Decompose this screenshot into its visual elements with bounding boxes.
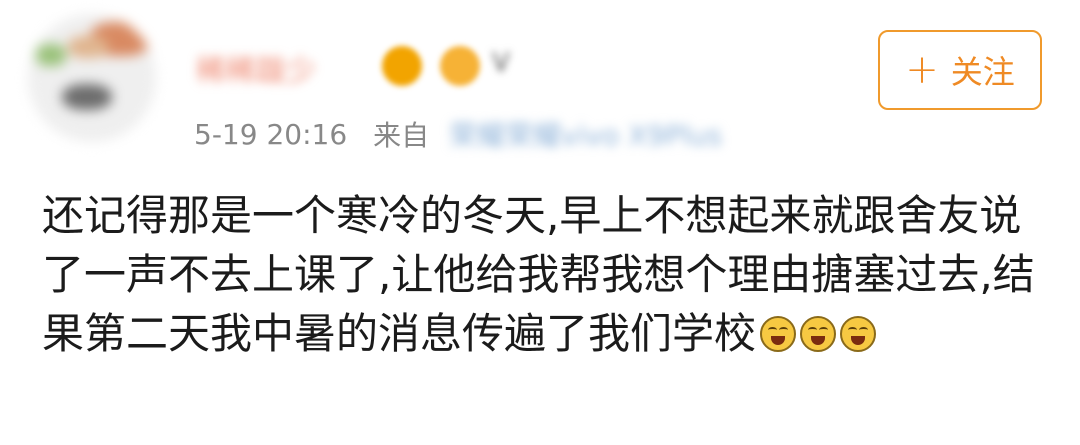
follow-label: 关注 xyxy=(950,53,1015,91)
post-content: 还记得那是一个寒冷的冬天,早上不想起来就跟舍友说了一声不去上课了,让他给我帮我想… xyxy=(42,186,1052,363)
laugh-cry-icon xyxy=(800,316,837,352)
level-badge-icon xyxy=(382,46,422,86)
verified-icon: V xyxy=(492,48,510,78)
username[interactable]: 稀稀跋少 xyxy=(196,46,316,90)
member-badge-icon xyxy=(440,46,480,86)
laugh-cry-icon xyxy=(760,316,797,352)
laugh-cry-icon xyxy=(840,316,877,352)
plus-icon: + xyxy=(905,47,939,93)
source-prefix: 来自 xyxy=(373,119,430,152)
source-device[interactable]: 荣耀荣耀vivo X9Plus xyxy=(449,114,722,154)
post-meta: 5-19 20:16 来自 荣耀荣耀vivo X9Plus xyxy=(194,114,722,154)
follow-button[interactable]: + 关注 xyxy=(878,30,1042,110)
avatar[interactable] xyxy=(28,14,156,142)
post-timestamp: 5-19 20:16 xyxy=(194,117,348,151)
post-text: 还记得那是一个寒冷的冬天,早上不想起来就跟舍友说了一声不去上课了,让他给我帮我想… xyxy=(42,191,1035,358)
